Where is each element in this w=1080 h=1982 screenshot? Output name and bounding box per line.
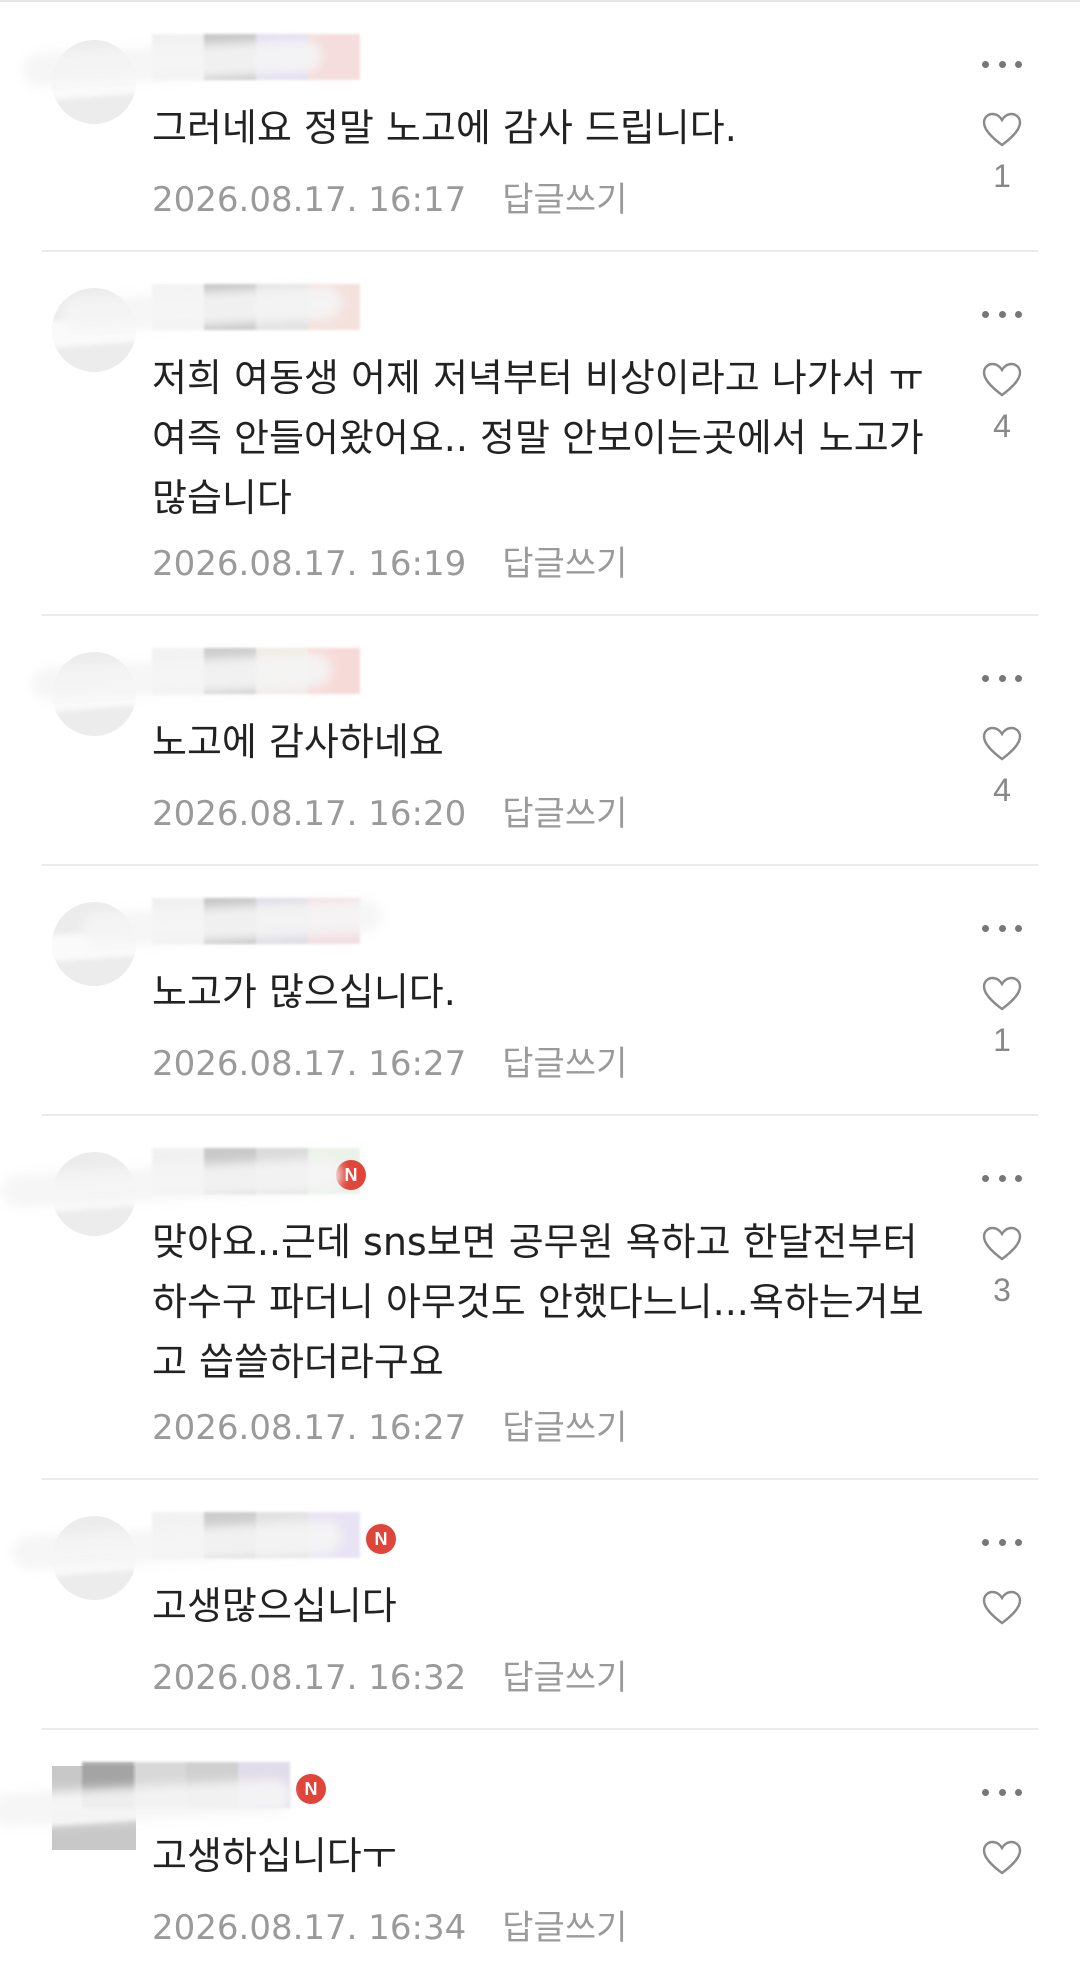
comment-date: 2026.08.17. 16:17 (152, 180, 467, 220)
like-button[interactable]: 1 (980, 112, 1024, 195)
like-button[interactable]: 1 (980, 976, 1024, 1059)
comment-date: 2026.08.17. 16:34 (152, 1908, 467, 1948)
heart-icon (982, 726, 1022, 761)
heart-icon (982, 112, 1022, 147)
comment-date: 2026.08.17. 16:19 (152, 544, 467, 584)
comment-item: N 맞아요..근데 sns보면 공무원 욕하고 한달전부터 하수구 파더니 아무… (1, 1116, 1038, 1480)
like-count: 1 (993, 1022, 1011, 1058)
reply-button[interactable]: 답글쓰기 (502, 1900, 627, 1949)
heart-icon (982, 1590, 1022, 1625)
comment-item: N 고생많으십니다 2026.08.17. 16:32 답글쓰기 (11, 1480, 1038, 1730)
comment-meta: 2026.08.17. 16:19 답글쓰기 (152, 536, 627, 585)
comment-list: 그러네요 정말 노고에 감사 드립니다. 2026.08.17. 16:17 답글… (0, 0, 1080, 1980)
reply-button[interactable]: 답글쓰기 (502, 172, 627, 221)
like-button[interactable]: 4 (980, 726, 1024, 809)
nickname-smear (0, 1778, 293, 1828)
comment-meta: 2026.08.17. 16:17 답글쓰기 (152, 172, 627, 221)
comment-text: 노고가 많으십니다. (152, 970, 456, 1014)
new-badge: N (366, 1524, 396, 1554)
nickname-smear (11, 1519, 343, 1571)
like-count: 1 (993, 158, 1011, 194)
comment-date: 2026.08.17. 16:32 (152, 1658, 467, 1698)
more-options-icon[interactable] (982, 1782, 1022, 1802)
more-options-icon[interactable] (982, 668, 1022, 688)
comment-meta: 2026.08.17. 16:27 답글쓰기 (152, 1036, 627, 1085)
heart-icon (982, 362, 1022, 397)
comment-meta: 2026.08.17. 16:34 답글쓰기 (152, 1900, 627, 1949)
comment-meta: 2026.08.17. 16:27 답글쓰기 (152, 1400, 627, 1449)
like-count: 4 (993, 408, 1011, 444)
reply-button[interactable]: 답글쓰기 (502, 1400, 627, 1449)
comment-item: 노고가 많으십니다. 2026.08.17. 16:27 답글쓰기 1 (42, 866, 1038, 1116)
comment-date: 2026.08.17. 16:27 (152, 1408, 467, 1448)
comment-text: 고생하십니다ㅜ (152, 1834, 397, 1878)
heart-icon (982, 1226, 1022, 1261)
more-options-icon[interactable] (982, 1168, 1022, 1188)
comment-date: 2026.08.17. 16:20 (152, 794, 467, 834)
comment-text: 저희 여동생 어제 저녁부터 비상이라고 나가서 ㅠ 여즉 안들어왔어요.. 정… (152, 356, 924, 520)
comment-meta: 2026.08.17. 16:32 답글쓰기 (152, 1650, 627, 1699)
comment-text: 그러네요 정말 노고에 감사 드립니다. (152, 106, 737, 150)
more-options-icon[interactable] (982, 918, 1022, 938)
comment-text: 고생많으십니다 (152, 1584, 397, 1628)
comment-text: 맞아요..근데 sns보면 공무원 욕하고 한달전부터 하수구 파더니 아무것도… (152, 1220, 924, 1384)
comment-item: 노고에 감사하네요 2026.08.17. 16:20 답글쓰기 4 (31, 616, 1038, 866)
like-count: 3 (993, 1272, 1011, 1308)
reply-button[interactable]: 답글쓰기 (502, 1036, 627, 1085)
more-options-icon[interactable] (982, 54, 1022, 74)
like-button[interactable]: 4 (980, 362, 1024, 445)
reply-button[interactable]: 답글쓰기 (502, 536, 627, 585)
nickname-smear (21, 38, 323, 88)
reply-button[interactable]: 답글쓰기 (502, 786, 627, 835)
more-options-icon[interactable] (982, 304, 1022, 324)
more-options-icon[interactable] (982, 1532, 1022, 1552)
new-badge: N (296, 1774, 326, 1804)
reply-button[interactable]: 답글쓰기 (502, 1650, 627, 1699)
heart-icon (982, 1840, 1022, 1875)
comment-item: N 고생하십니다ㅜ 2026.08.17. 16:34 답글쓰기 (0, 1730, 1038, 1980)
heart-icon (982, 976, 1022, 1011)
like-count: 4 (993, 772, 1011, 808)
comment-item: 저희 여동생 어제 저녁부터 비상이라고 나가서 ㅠ 여즉 안들어왔어요.. 정… (42, 252, 1038, 616)
like-button[interactable] (980, 1590, 1024, 1636)
comment-text: 노고에 감사하네요 (152, 720, 444, 764)
like-button[interactable]: 3 (980, 1226, 1024, 1309)
like-button[interactable] (980, 1840, 1024, 1886)
comment-item: 그러네요 정말 노고에 감사 드립니다. 2026.08.17. 16:17 답글… (21, 0, 1038, 252)
comment-meta: 2026.08.17. 16:20 답글쓰기 (152, 786, 627, 835)
comment-date: 2026.08.17. 16:27 (152, 1044, 467, 1084)
